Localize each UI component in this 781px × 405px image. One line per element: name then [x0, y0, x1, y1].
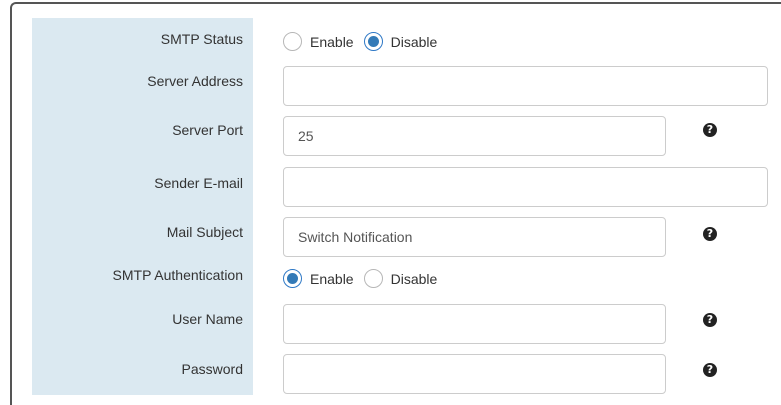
- smtp-auth-disable-label[interactable]: Disable: [391, 271, 438, 287]
- smtp-status-radio-group: Enable Disable: [283, 32, 447, 51]
- question-circle-icon[interactable]: ?: [703, 313, 717, 327]
- sender-email-input[interactable]: [283, 167, 768, 207]
- question-circle-icon[interactable]: ?: [703, 363, 717, 377]
- password-input[interactable]: [283, 354, 666, 394]
- sender-email-label: Sender E-mail: [154, 175, 243, 191]
- smtp-status-disable-label[interactable]: Disable: [391, 34, 438, 50]
- server-address-input[interactable]: [283, 66, 768, 106]
- server-port-label: Server Port: [172, 122, 243, 138]
- user-name-label: User Name: [172, 311, 243, 327]
- password-label: Password: [181, 361, 243, 377]
- smtp-status-label: SMTP Status: [160, 31, 243, 47]
- mail-subject-label: Mail Subject: [166, 224, 243, 240]
- smtp-authentication-radio-group: Enable Disable: [283, 269, 447, 288]
- smtp-auth-enable-label[interactable]: Enable: [310, 271, 354, 287]
- smtp-auth-disable-radio[interactable]: [363, 269, 383, 288]
- user-name-input[interactable]: [283, 304, 666, 344]
- question-circle-icon[interactable]: ?: [703, 123, 717, 137]
- server-port-input[interactable]: [283, 116, 666, 156]
- smtp-status-enable-label[interactable]: Enable: [310, 34, 354, 50]
- server-address-label: Server Address: [147, 73, 243, 89]
- smtp-authentication-label: SMTP Authentication: [112, 267, 243, 283]
- smtp-auth-enable-radio[interactable]: [283, 269, 302, 288]
- question-circle-icon[interactable]: ?: [703, 227, 717, 241]
- smtp-status-enable-radio[interactable]: [283, 32, 302, 51]
- mail-subject-input[interactable]: [283, 217, 666, 257]
- smtp-status-disable-radio[interactable]: [363, 32, 383, 51]
